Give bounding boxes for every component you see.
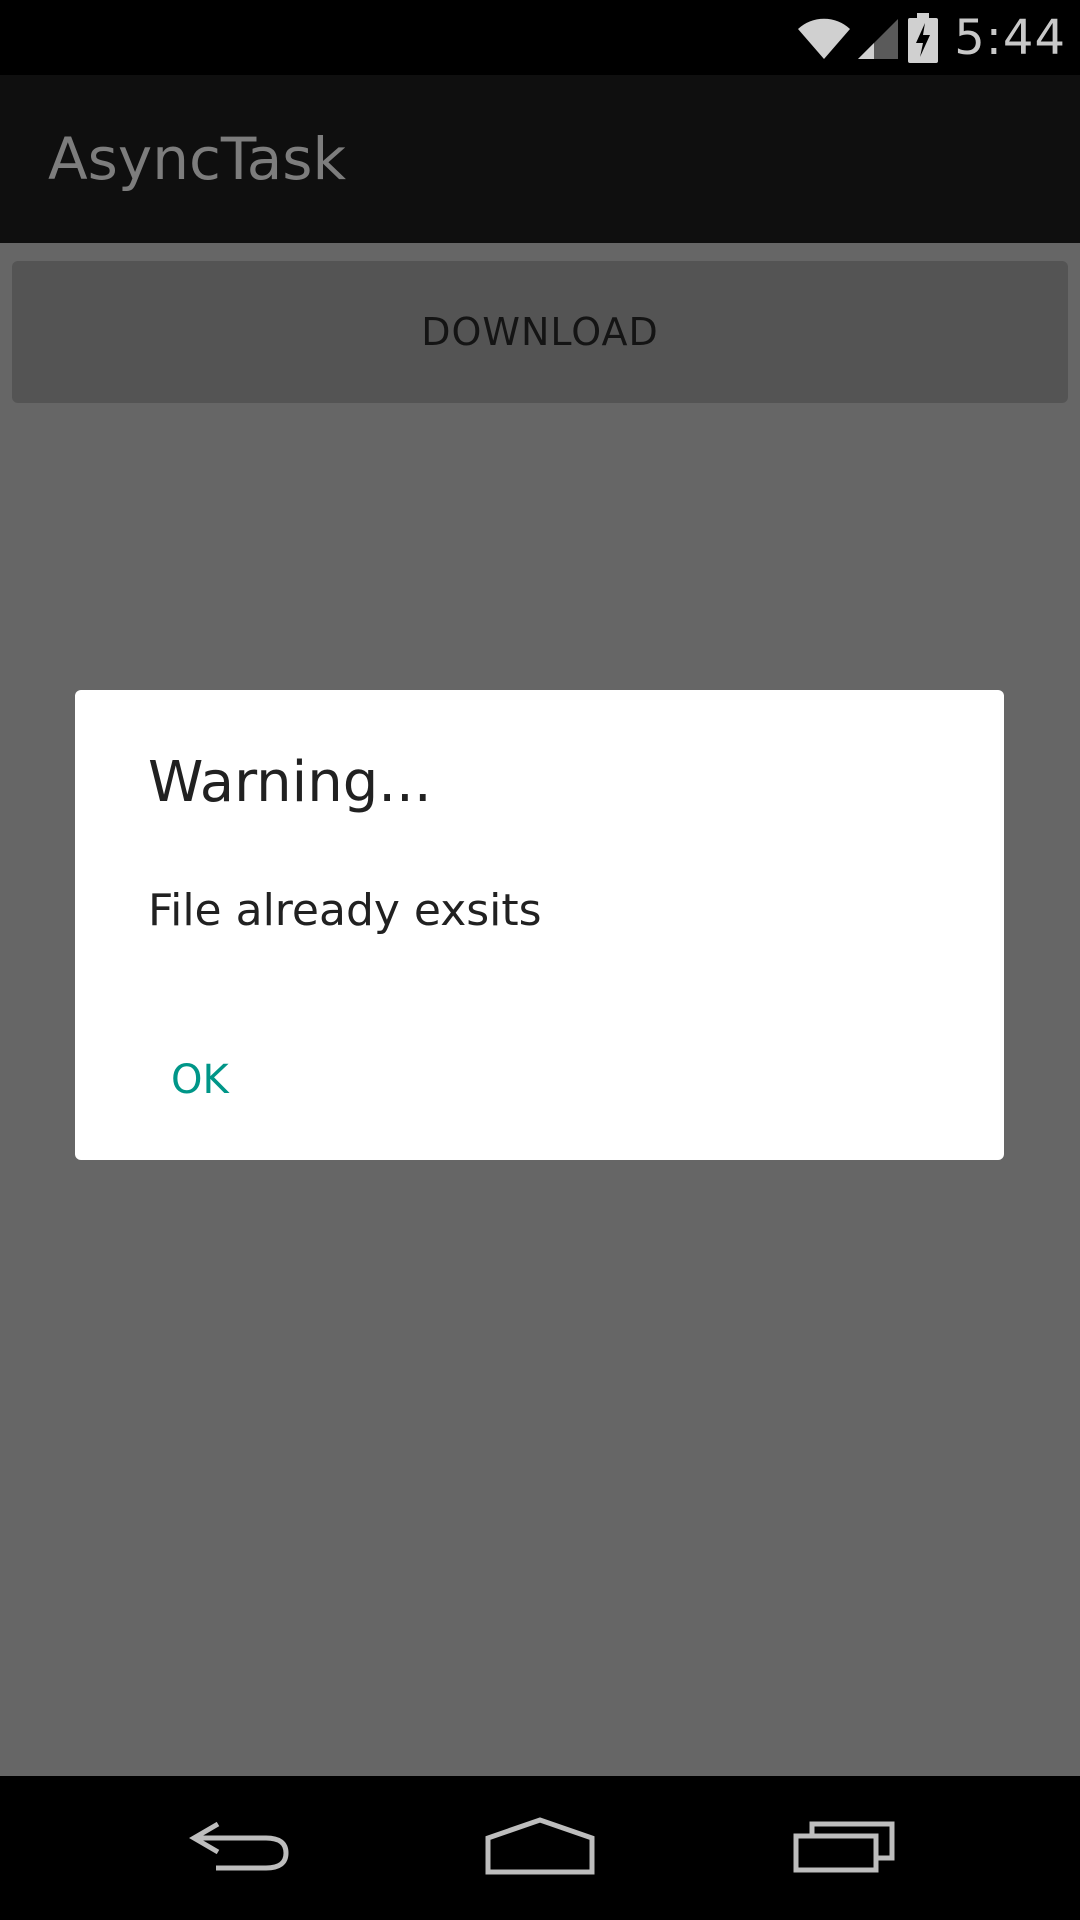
recents-icon [792, 1818, 896, 1879]
status-icons: 5:44 [796, 0, 1066, 75]
battery-charging-icon [908, 12, 939, 63]
dialog-title: Warning... [148, 750, 432, 815]
wifi-icon [796, 15, 852, 61]
dialog-message: File already exsits [148, 885, 542, 936]
back-icon [188, 1818, 292, 1879]
app-title: AsyncTask [48, 125, 347, 193]
navigation-bar [0, 1776, 1080, 1920]
download-button[interactable]: DOWNLOAD [12, 261, 1068, 403]
signal-icon [856, 15, 900, 61]
home-button[interactable] [450, 1776, 630, 1920]
ok-button[interactable]: OK [171, 1040, 291, 1120]
action-bar: AsyncTask [0, 75, 1080, 243]
status-bar: 5:44 [0, 0, 1080, 75]
clock: 5:44 [954, 9, 1066, 66]
recents-button[interactable] [754, 1776, 934, 1920]
back-button[interactable] [150, 1776, 330, 1920]
warning-dialog: Warning... File already exsits OK [75, 690, 1004, 1160]
home-icon [484, 1816, 596, 1881]
